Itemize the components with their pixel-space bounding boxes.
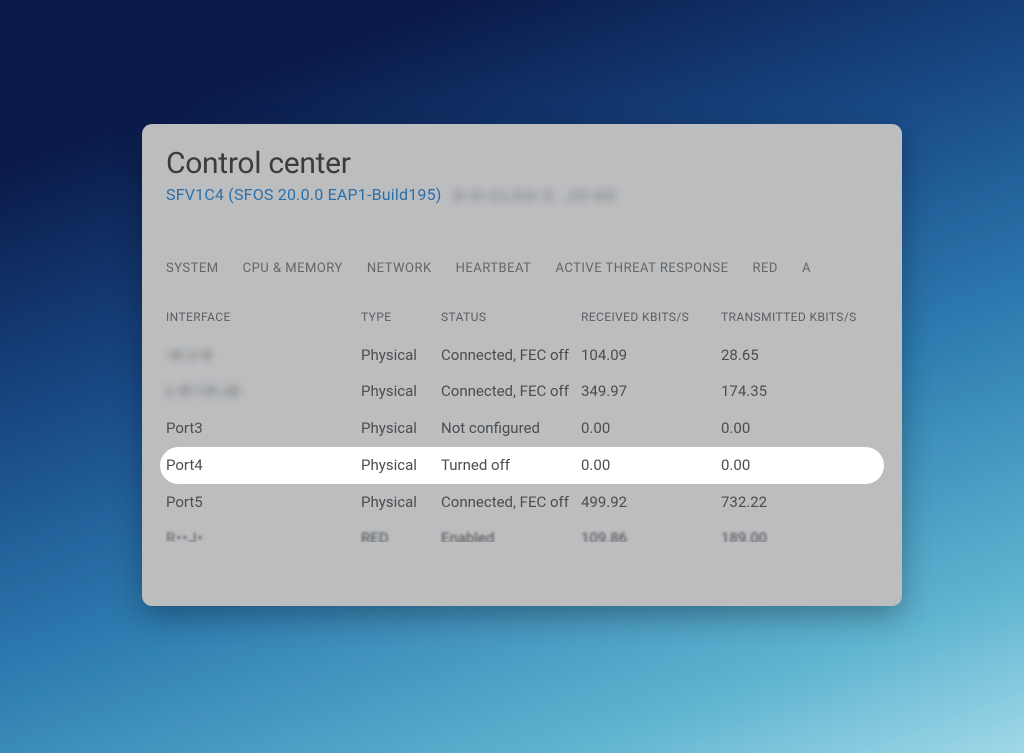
cell-status: Connected, FEC off bbox=[441, 346, 581, 365]
cell-interface: •4•J•4 bbox=[166, 346, 361, 365]
th-status: STATUS bbox=[441, 310, 581, 324]
cell-received: 349.97 bbox=[581, 382, 721, 401]
th-type: TYPE bbox=[361, 310, 441, 324]
control-center-panel: Control center SFV1C4 (SFOS 20.0.0 EAP1-… bbox=[142, 124, 902, 606]
table-row[interactable]: Port4PhysicalTurned off0.000.00 bbox=[160, 447, 884, 484]
tab-cpu-memory[interactable]: CPU & MEMORY bbox=[243, 261, 343, 276]
tab-system[interactable]: SYSTEM bbox=[166, 261, 219, 276]
table-row[interactable]: L•8•14•J6PhysicalConnected, FEC off349.9… bbox=[160, 373, 884, 410]
tab-network[interactable]: NETWORK bbox=[367, 261, 432, 276]
cell-transmitted: 0.00 bbox=[721, 419, 861, 438]
panel-title: Control center bbox=[142, 124, 902, 185]
cell-interface: Port3 bbox=[166, 419, 361, 438]
cell-type: Physical bbox=[361, 493, 441, 512]
cell-transmitted: 174.35 bbox=[721, 382, 861, 401]
table-row[interactable]: Port3PhysicalNot configured0.000.00 bbox=[160, 410, 884, 447]
cell-transmitted: 189.00 bbox=[721, 529, 861, 542]
tab-overflow[interactable]: A bbox=[802, 261, 811, 276]
cell-status: Enabled bbox=[441, 529, 581, 542]
table-row[interactable]: R••J•REDEnabled109.86189.00 bbox=[160, 520, 884, 542]
tab-active-threat-response[interactable]: ACTIVE THREAT RESPONSE bbox=[555, 261, 728, 276]
table-row[interactable]: •4•J•4PhysicalConnected, FEC off104.0928… bbox=[160, 337, 884, 374]
cell-transmitted: 732.22 bbox=[721, 493, 861, 512]
cell-interface: R••J• bbox=[166, 529, 361, 542]
cell-type: Physical bbox=[361, 456, 441, 475]
cell-status: Connected, FEC off bbox=[441, 382, 581, 401]
device-masked-info: 0•0•CL04•3. J0•60 bbox=[454, 186, 618, 205]
tabs: SYSTEM CPU & MEMORY NETWORK HEARTBEAT AC… bbox=[142, 205, 902, 276]
device-link[interactable]: SFV1C4 (SFOS 20.0.0 EAP1-Build195) bbox=[166, 185, 442, 204]
cell-status: Connected, FEC off bbox=[441, 493, 581, 512]
table-header-row: INTERFACE TYPE STATUS RECEIVED KBITS/S T… bbox=[160, 304, 884, 336]
cell-received: 0.00 bbox=[581, 456, 721, 475]
th-interface: INTERFACE bbox=[166, 310, 361, 324]
cell-transmitted: 0.00 bbox=[721, 456, 861, 475]
cell-received: 104.09 bbox=[581, 346, 721, 365]
cell-type: Physical bbox=[361, 419, 441, 438]
cell-received: 499.92 bbox=[581, 493, 721, 512]
cell-interface: L•8•14•J6 bbox=[166, 382, 361, 401]
cell-interface: Port5 bbox=[166, 493, 361, 512]
interface-table: INTERFACE TYPE STATUS RECEIVED KBITS/S T… bbox=[142, 276, 902, 542]
th-received: RECEIVED KBITS/S bbox=[581, 310, 721, 324]
tab-heartbeat[interactable]: HEARTBEAT bbox=[456, 261, 532, 276]
cell-interface: Port4 bbox=[166, 456, 361, 475]
tab-red[interactable]: RED bbox=[753, 261, 778, 276]
cell-type: Physical bbox=[361, 382, 441, 401]
cell-transmitted: 28.65 bbox=[721, 346, 861, 365]
cell-type: RED bbox=[361, 529, 441, 542]
cell-status: Turned off bbox=[441, 456, 581, 475]
cell-status: Not configured bbox=[441, 419, 581, 438]
cell-received: 0.00 bbox=[581, 419, 721, 438]
cell-type: Physical bbox=[361, 346, 441, 365]
panel-subtitle: SFV1C4 (SFOS 20.0.0 EAP1-Build195) 0•0•C… bbox=[142, 185, 902, 205]
table-row[interactable]: Port5PhysicalConnected, FEC off499.92732… bbox=[160, 484, 884, 521]
cell-received: 109.86 bbox=[581, 529, 721, 542]
th-transmitted: TRANSMITTED KBITS/S bbox=[721, 310, 861, 324]
